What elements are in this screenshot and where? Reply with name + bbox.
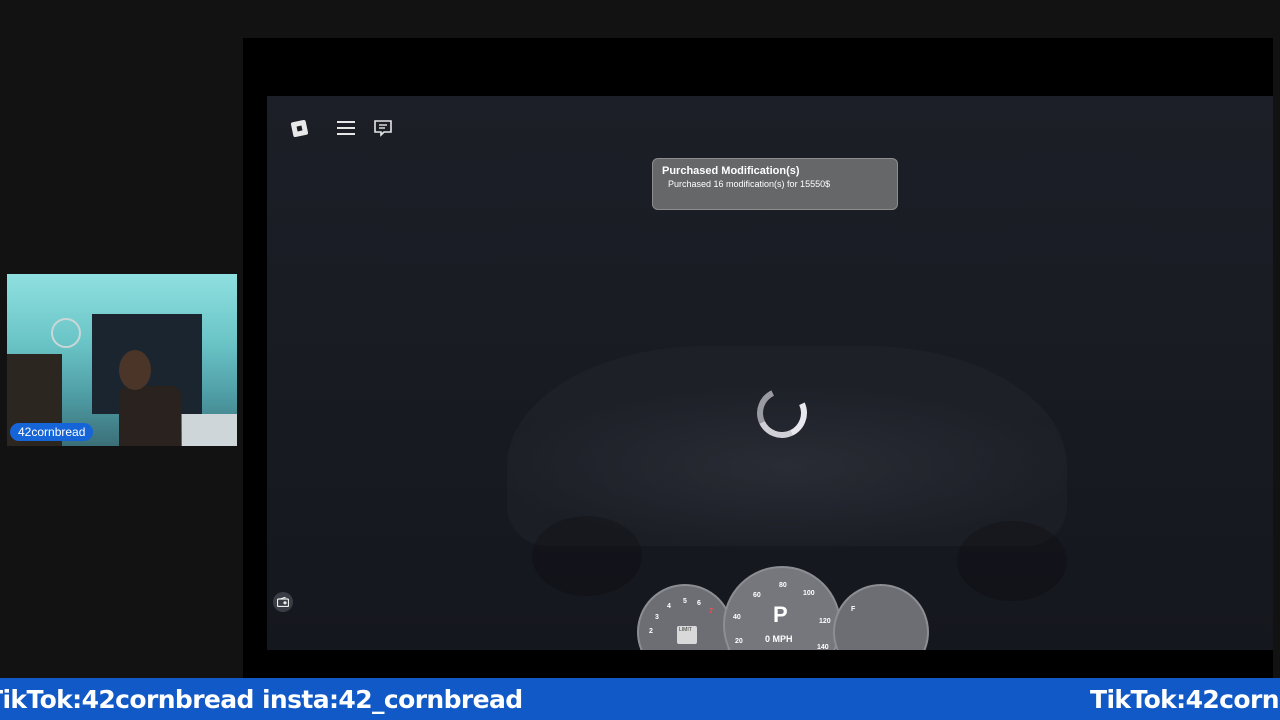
purchase-notification: Purchased Modification(s) Purchased 16 m…	[652, 158, 898, 210]
speed-tick-40: 40	[733, 614, 741, 621]
chat-icon	[374, 120, 392, 137]
webcam-background-fan	[51, 318, 81, 348]
roblox-logo-icon	[290, 119, 308, 137]
tachometer: 2 3 4 5 6 7 LIMIT	[637, 584, 733, 650]
fuel-gauge: F	[833, 584, 929, 650]
social-ticker: TikTok:42cornbread insta:42_cornbread Ti…	[0, 678, 1280, 720]
notification-body: Purchased 16 modification(s) for 15550$	[668, 179, 831, 189]
tach-tick-5: 5	[683, 598, 687, 605]
front-wheel	[532, 516, 642, 596]
notification-title: Purchased Modification(s)	[662, 165, 800, 177]
ticker-text-repeat: TikTok:42cornb	[1090, 685, 1280, 714]
tach-tick-6: 6	[697, 600, 701, 607]
tach-tick-2: 2	[649, 628, 653, 635]
speed-tick-60: 60	[753, 592, 761, 599]
speed-tick-100: 100	[803, 590, 815, 597]
game-viewport[interactable]: Purchased Modification(s) Purchased 16 m…	[267, 96, 1273, 650]
menu-icon	[337, 121, 355, 135]
limit-label: LIMIT	[679, 627, 692, 633]
speed-readout: 0 MPH	[765, 634, 793, 644]
menu-button[interactable]	[332, 114, 360, 142]
game-window: Purchased Modification(s) Purchased 16 m…	[243, 38, 1273, 678]
ticker-text-primary: TikTok:42cornbread insta:42_cornbread	[0, 685, 523, 714]
tach-tick-4: 4	[667, 603, 671, 610]
gear-indicator: P	[773, 602, 788, 627]
tach-tick-3: 3	[655, 614, 659, 621]
speedometer: 20 40 60 80 100 120 140 P 0 MPH	[723, 566, 841, 650]
fuel-full-label: F	[851, 606, 856, 613]
speed-tick-80: 80	[779, 582, 787, 589]
limiter-badge: LIMIT	[677, 626, 697, 644]
radio-button[interactable]	[273, 592, 293, 612]
roblox-menu-button[interactable]	[285, 114, 313, 142]
webcam-background-bed	[182, 414, 237, 446]
webcam-overlay: 42cornbread	[7, 274, 237, 446]
speed-tick-140: 140	[817, 644, 829, 650]
streamer-head	[119, 350, 151, 390]
chat-button[interactable]	[369, 114, 397, 142]
speed-tick-120: 120	[819, 618, 831, 625]
speed-tick-20: 20	[735, 638, 743, 645]
rear-wheel	[957, 521, 1067, 601]
tach-tick-7: 7	[709, 608, 713, 615]
streamer-body	[119, 386, 181, 446]
radio-icon	[277, 597, 289, 607]
webcam-username: 42cornbread	[10, 423, 94, 441]
